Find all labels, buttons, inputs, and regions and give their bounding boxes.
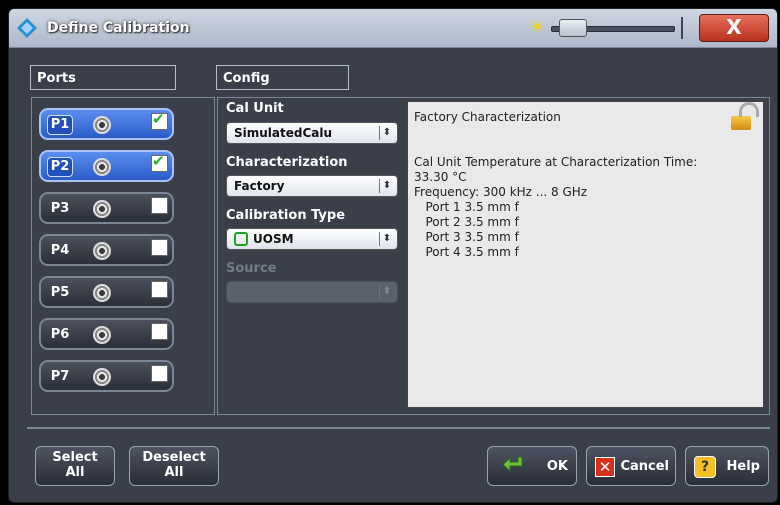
sun-icon: ☀ [529,17,546,38]
port-row-p3[interactable]: P3 [39,192,174,224]
calibration-type-value: UOSM [253,232,294,246]
info-line: Port 1 3.5 mm f [414,200,519,214]
port-label: P1 [47,115,73,135]
info-line: Cal Unit Temperature at Characterization… [414,155,698,169]
slider-end-marker [681,17,683,39]
lock-icon [731,102,759,130]
port-label: P7 [50,369,70,384]
deselect-all-button[interactable]: Deselect All [129,446,219,486]
info-title: Factory Characterization [414,110,561,124]
connector-icon [93,116,111,134]
updown-arrows-icon: ⬍ [379,232,394,246]
characterization-label: Characterization [226,155,348,170]
info-line: Port 4 3.5 mm f [414,245,519,259]
cal-unit-value: SimulatedCalu [234,126,333,140]
dialog-title: Define Calibration [47,20,190,36]
cancel-label: Cancel [620,459,669,474]
port-checkbox[interactable] [151,197,168,214]
port-checkbox[interactable] [151,239,168,256]
port-row-p5[interactable]: P5 [39,276,174,308]
calibration-type-select[interactable]: UOSM ⬍ [226,228,398,250]
port-label: P2 [47,157,73,177]
port-label: P6 [50,327,70,342]
source-label: Source [226,261,277,276]
info-line: 33.30 °C [414,170,467,184]
info-line: Port 2 3.5 mm f [414,215,519,229]
ok-label: OK [546,459,568,474]
port-row-p7[interactable]: P7 [39,360,174,392]
deselect-all-label: Deselect [142,450,206,465]
port-row-p2[interactable]: P2 [39,150,174,182]
port-checkbox[interactable] [151,365,168,382]
select-all-label: All [65,465,85,480]
updown-arrows-icon: ⬍ [379,285,394,299]
info-line: Frequency: 300 kHz ... 8 GHz [414,185,588,199]
port-checkbox[interactable] [151,110,168,130]
port-label: P3 [50,201,70,216]
port-label: P5 [50,285,70,300]
calibration-type-label: Calibration Type [226,208,346,223]
port-row-p1[interactable]: P1 [39,108,174,140]
updown-arrows-icon: ⬍ [379,126,394,140]
info-line: Port 3 3.5 mm f [414,230,519,244]
select-all-label: Select [52,450,98,465]
deselect-all-label: All [164,465,184,480]
cal-unit-select[interactable]: SimulatedCalu ⬍ [226,122,398,144]
port-row-p6[interactable]: P6 [39,318,174,350]
divider [27,427,770,429]
config-header: Config [216,65,349,90]
connector-icon [93,242,111,260]
connector-icon [93,368,111,386]
cal-unit-label: Cal Unit [226,101,284,116]
updown-arrows-icon: ⬍ [379,179,394,193]
app-diamond-icon [17,18,37,38]
brightness-slider-thumb[interactable] [559,19,587,37]
cancel-button[interactable]: ✕ Cancel [586,446,676,486]
define-calibration-dialog: Define Calibration ☀ X Ports Config P1 P… [8,8,778,503]
port-checkbox[interactable] [151,152,168,172]
connector-icon [93,158,111,176]
characterization-select[interactable]: Factory ⬍ [226,175,398,197]
cal-unit-icon [234,232,248,246]
help-question-icon: ? [694,456,716,478]
ports-header: Ports [30,65,176,90]
connector-icon [93,200,111,218]
help-label: Help [726,459,760,474]
connector-icon [93,326,111,344]
characterization-info-panel: Factory Characterization Cal Unit Temper… [407,101,764,408]
connector-icon [93,284,111,302]
ok-arrow-icon [502,457,523,473]
ok-button[interactable]: OK [487,446,577,486]
port-checkbox[interactable] [151,281,168,298]
port-checkbox[interactable] [151,323,168,340]
cancel-x-icon: ✕ [595,457,615,477]
characterization-value: Factory [234,179,285,193]
select-all-button[interactable]: Select All [35,446,115,486]
close-button[interactable]: X [699,14,769,42]
port-row-p4[interactable]: P4 [39,234,174,266]
port-label: P4 [50,243,70,258]
title-bar[interactable]: Define Calibration ☀ X [9,9,777,48]
help-button[interactable]: ? Help [685,446,769,486]
source-select[interactable]: ⬍ [226,281,398,303]
